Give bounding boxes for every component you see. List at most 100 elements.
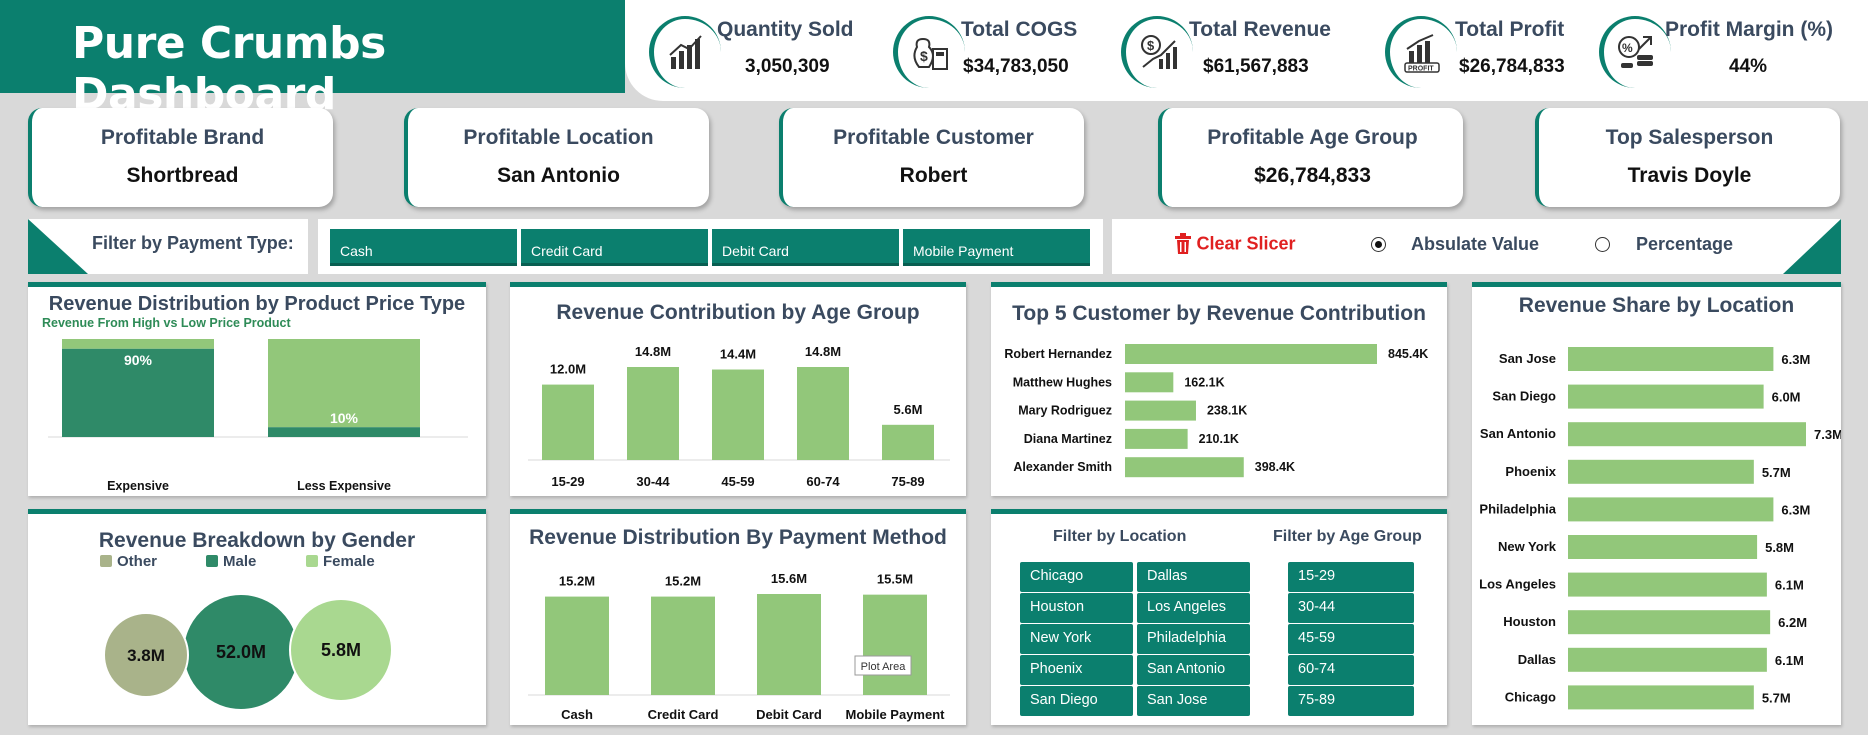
location-slicer-item[interactable]: Chicago (1020, 562, 1133, 592)
data-label: 6.1M (1775, 653, 1804, 668)
data-label: 7.3M (1814, 427, 1841, 442)
trash-icon (1175, 233, 1191, 254)
location-slicer-item[interactable]: Phoenix (1020, 655, 1133, 685)
tick-label: New York (1498, 539, 1557, 554)
payment-method-panel: Revenue Distribution By Payment Method 1… (510, 509, 966, 725)
absolute-value-label: Absulate Value (1411, 234, 1540, 254)
card-profitable-customer: Profitable Customer Robert (779, 108, 1084, 207)
age-group-chart: 12.0M 15-29 14.8M 30-44 14.4M 45-59 14.8M 60-74… (528, 344, 950, 489)
card-label: Profitable Location (463, 126, 654, 149)
location-slicer-item[interactable]: San Antonio (1137, 655, 1250, 685)
payment-option-credit-card[interactable]: Credit Card (521, 229, 708, 266)
page-title: Pure Crumbs Dashboard (72, 18, 386, 120)
tick-label: Cash (561, 707, 593, 722)
tick-label: San Diego (1492, 389, 1556, 404)
corner-triangle (1783, 219, 1841, 274)
bar (757, 594, 821, 695)
bar (882, 424, 934, 460)
bar (1568, 384, 1764, 409)
tick-label: 60-74 (806, 474, 840, 489)
bar-remainder (62, 339, 214, 349)
clear-slicer-button[interactable]: Clear Slicer (1174, 233, 1296, 255)
card-value: Robert (899, 164, 968, 187)
payment-option-mobile-payment[interactable]: Mobile Payment (903, 229, 1090, 266)
location-slicer-item[interactable]: Houston (1020, 593, 1133, 623)
data-label: 3.8M (127, 646, 165, 665)
tick-label: Robert Hernandez (1004, 347, 1112, 361)
card-value: Shortbread (126, 164, 239, 187)
legend-swatch (306, 555, 318, 567)
kpi-label: Total Revenue (1189, 18, 1331, 41)
age-slicer-item[interactable]: 15-29 (1288, 562, 1414, 592)
percentage-radio[interactable] (1595, 237, 1610, 252)
location-slicer-item[interactable]: Los Angeles (1137, 593, 1250, 623)
location-slicer-item[interactable]: San Jose (1137, 686, 1250, 716)
legend-label: Female (323, 553, 375, 570)
data-label: 210.1K (1199, 432, 1239, 446)
tick-label: Los Angeles (1479, 577, 1556, 592)
top-customers-chart: Robert Hernandez 845.4K Matthew Hughes 162.… (1004, 344, 1428, 478)
tick-label: 30-44 (636, 474, 670, 489)
card-label: Top Salesperson (1605, 126, 1774, 149)
tick-label: San Antonio (1480, 426, 1556, 441)
svg-text:PROFIT: PROFIT (1408, 66, 1434, 73)
payment-method-chart: 15.2M Cash 15.2M Credit Card 15.6M Debit Card… (528, 571, 950, 722)
bar (651, 596, 715, 695)
location-slicer-item[interactable]: Dallas (1137, 562, 1250, 592)
kpi-value: 44% (1729, 56, 1768, 77)
bar (863, 594, 927, 695)
bar (712, 369, 764, 460)
kpi-total-revenue: $ Total Revenue $61,567,883 (1121, 6, 1341, 94)
location-age-slicers-panel: Filter by Location Filter by Age Group C… (991, 509, 1447, 725)
svg-text:$: $ (920, 48, 928, 64)
kpi-total-cogs: $ Total COGS $34,783,050 (893, 6, 1103, 94)
payment-option-cash[interactable]: Cash (330, 229, 517, 266)
payment-option-debit-card[interactable]: Debit Card (712, 229, 899, 266)
bar (545, 596, 609, 695)
top-customers-panel: Top 5 Customer by Revenue Contribution R… (991, 282, 1447, 496)
age-slicer-item[interactable]: 60-74 (1288, 655, 1414, 685)
tick-label: Credit Card (648, 707, 719, 722)
dollar-chart-icon: $ (1121, 16, 1193, 88)
payment-filter-label: Filter by Payment Type: (92, 233, 294, 253)
tick-label: Expensive (107, 479, 169, 493)
kpi-value: $61,567,883 (1203, 56, 1309, 77)
data-label: 6.0M (1772, 390, 1801, 405)
card-profitable-location: Profitable Location San Antonio (404, 108, 709, 207)
svg-text:$: $ (1147, 38, 1155, 53)
bar (627, 367, 679, 460)
location-slicer-item[interactable]: Philadelphia (1137, 624, 1250, 654)
kpi-label: Total Profit (1455, 18, 1565, 41)
tick-label: Dallas (1518, 652, 1556, 667)
data-label: 238.1K (1207, 404, 1247, 418)
kpi-profit-margin: % Profit Margin (%) 44% (1599, 6, 1839, 94)
age-slicer-item[interactable]: 75-89 (1288, 686, 1414, 716)
kpi-label: Total COGS (961, 18, 1078, 41)
profit-growth-icon: PROFIT (1385, 16, 1457, 88)
percentage-label: Percentage (1636, 234, 1734, 254)
tick-label: 75-89 (891, 474, 924, 489)
data-label: 5.7M (1762, 690, 1791, 705)
card-value: Travis Doyle (1627, 164, 1752, 187)
data-label: 15.6M (771, 571, 807, 586)
tick-label: Philadelphia (1479, 501, 1556, 516)
tick-label: San Jose (1499, 351, 1556, 366)
age-slicer-item[interactable]: 30-44 (1288, 593, 1414, 623)
tick-label: Diana Martinez (1024, 432, 1112, 446)
tick-label: 45-59 (721, 474, 754, 489)
location-slicer-item[interactable]: New York (1020, 624, 1133, 654)
data-label: 5.7M (1762, 465, 1791, 480)
location-slicer-item[interactable]: San Diego (1020, 686, 1133, 716)
legend-label: Other (117, 553, 157, 570)
bar (1568, 572, 1767, 597)
title-bar: Pure Crumbs Dashboard (0, 0, 625, 120)
kpi-value: $34,783,050 (963, 56, 1069, 77)
payment-filter-label-box: Filter by Payment Type: (28, 219, 308, 274)
age-slicer-item[interactable]: 45-59 (1288, 624, 1414, 654)
payment-type-slicer: Cash Credit Card Debit Card Mobile Payme… (318, 219, 1103, 274)
tick-label: Matthew Hughes (1013, 375, 1112, 389)
bar (1568, 422, 1806, 447)
absolute-value-radio[interactable] (1371, 237, 1386, 252)
tick-label: Houston (1503, 614, 1556, 629)
data-label: 15.2M (665, 574, 701, 589)
